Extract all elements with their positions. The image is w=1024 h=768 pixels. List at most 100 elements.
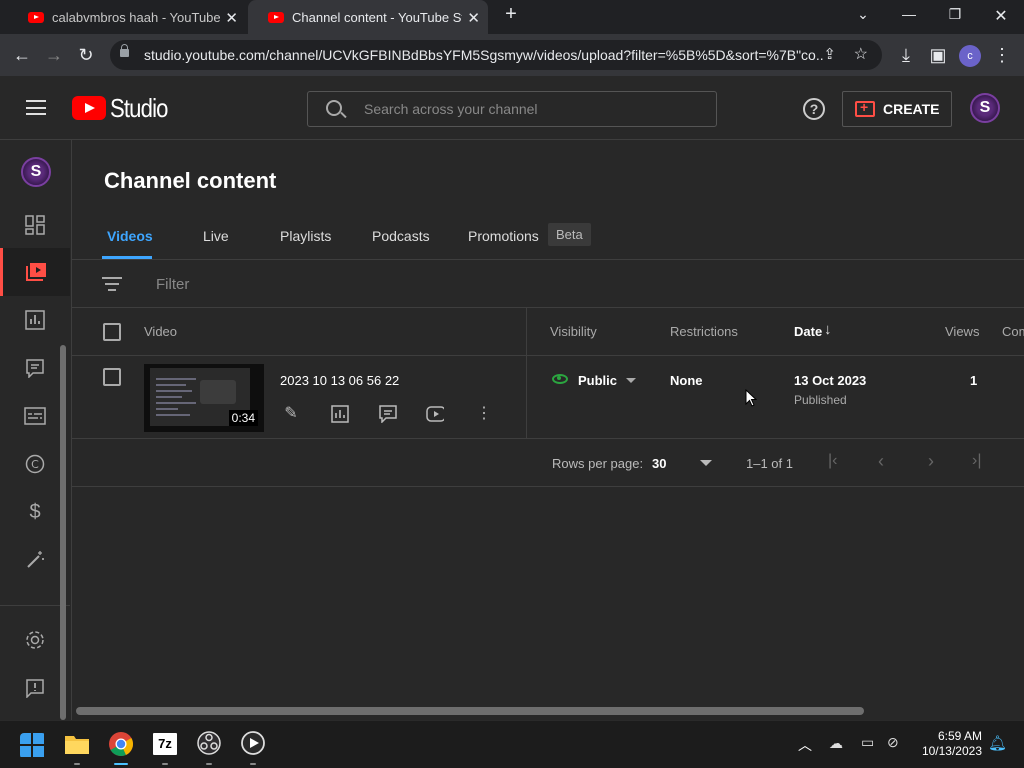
7zip-icon[interactable]: 7z xyxy=(153,733,177,755)
close-tab-icon[interactable]: ✕ xyxy=(225,9,238,27)
reload-icon[interactable]: ↻ xyxy=(74,44,98,66)
date-status: Published xyxy=(794,393,847,407)
previous-page-icon[interactable]: ‹ xyxy=(878,451,884,472)
tab-title: Channel content - YouTube Stud xyxy=(292,9,462,25)
table-header: Video Visibility Restrictions Date ↓ Vie… xyxy=(72,308,1024,356)
browser-profile-avatar[interactable]: c xyxy=(959,45,981,67)
browser-toolbar: ← → ↻ studio.youtube.com/channel/UCVkGFB… xyxy=(0,34,1024,76)
notification-bell-icon[interactable]: 🔔︎ xyxy=(988,734,1007,752)
pagination-bar: Rows per page: 30 1–1 of 1 |‹ ‹ › ›| xyxy=(72,439,1024,487)
tab-podcasts[interactable]: Podcasts xyxy=(372,228,430,244)
bookmark-star-icon[interactable]: ☆ xyxy=(854,44,868,64)
column-video: Video xyxy=(144,324,178,339)
show-hidden-icons-icon[interactable]: ︿ xyxy=(798,735,812,755)
analytics-icon xyxy=(25,310,45,330)
help-icon[interactable]: ? xyxy=(803,98,825,120)
share-icon[interactable]: ⇪ xyxy=(823,45,836,63)
copyright-icon: C xyxy=(25,454,45,474)
select-all-checkbox[interactable] xyxy=(103,323,121,341)
comments-icon[interactable] xyxy=(379,405,397,423)
tab-live[interactable]: Live xyxy=(203,228,229,244)
clock-time: 6:59 AM xyxy=(937,729,982,743)
tab-promotions[interactable]: Promotions xyxy=(468,228,539,244)
file-explorer-icon[interactable] xyxy=(64,732,90,758)
video-thumbnail[interactable]: 0:34 xyxy=(144,364,264,432)
tab-videos[interactable]: Videos xyxy=(107,228,153,244)
column-visibility: Visibility xyxy=(550,324,597,339)
svg-text:C: C xyxy=(31,458,39,471)
channel-search-input[interactable]: Search across your channel xyxy=(307,91,717,127)
analytics-icon[interactable] xyxy=(331,405,349,423)
lock-icon xyxy=(120,44,129,57)
table-row[interactable]: 0:34 2023 10 13 06 56 22 ✎ ⋮ Public None… xyxy=(72,356,1024,439)
sort-descending-icon[interactable]: ↓ xyxy=(824,321,832,338)
rows-per-page-dropdown-icon[interactable] xyxy=(700,460,712,466)
menu-icon[interactable] xyxy=(26,100,46,115)
youtube-favicon-icon xyxy=(268,11,284,23)
views-value[interactable]: 1 xyxy=(970,373,977,388)
obs-icon[interactable] xyxy=(197,731,223,757)
edit-details-icon[interactable]: ✎ xyxy=(282,405,300,423)
youtube-view-icon[interactable] xyxy=(426,405,444,423)
content-icon xyxy=(25,263,46,281)
page-range: 1–1 of 1 xyxy=(746,456,793,471)
create-button[interactable]: CREATE xyxy=(842,91,952,127)
video-title[interactable]: 2023 10 13 06 56 22 xyxy=(280,373,399,388)
account-avatar[interactable]: S xyxy=(970,93,1000,123)
more-options-icon[interactable]: ⋮ xyxy=(475,405,493,423)
next-page-icon[interactable]: › xyxy=(928,451,934,472)
download-icon[interactable]: ⤓ xyxy=(894,44,918,66)
tab-search-icon[interactable]: ⌄ xyxy=(848,6,878,23)
sidebar-item-content[interactable] xyxy=(0,248,70,296)
address-bar[interactable]: studio.youtube.com/channel/UCVkGFBINBdBb… xyxy=(110,40,882,70)
sidebar-item-analytics[interactable] xyxy=(0,296,70,344)
studio-sidebar: S C $ xyxy=(0,140,72,720)
page-title: Channel content xyxy=(104,168,277,193)
window-close-button[interactable]: ✕ xyxy=(986,6,1016,26)
visibility-dropdown-icon[interactable] xyxy=(626,378,636,383)
media-player-icon[interactable] xyxy=(241,731,267,757)
visibility-value[interactable]: Public xyxy=(578,373,617,388)
side-panel-icon[interactable]: ▣ xyxy=(926,44,950,66)
mouse-cursor-icon xyxy=(745,389,757,407)
sidebar-item-dashboard[interactable] xyxy=(0,201,70,249)
column-date[interactable]: Date xyxy=(794,324,822,339)
browser-tab-studio[interactable]: Channel content - YouTube Stud ✕ xyxy=(248,0,488,34)
taskbar-clock[interactable]: 6:59 AM 10/13/2023 xyxy=(916,729,982,759)
minimize-button[interactable]: — xyxy=(894,6,924,22)
feedback-icon xyxy=(26,679,44,698)
browser-tab-bar: calabvmbros haah - YouTube ✕ Channel con… xyxy=(0,0,1024,34)
subtitles-icon xyxy=(24,407,46,425)
forward-icon[interactable]: → xyxy=(42,44,66,66)
windows-start-icon[interactable] xyxy=(20,733,46,759)
chrome-icon[interactable] xyxy=(108,731,134,757)
filter-bar[interactable]: Filter xyxy=(72,260,1024,308)
restore-button[interactable]: ❐ xyxy=(940,6,970,23)
browser-menu-icon[interactable]: ⋮ xyxy=(990,44,1014,66)
date-value: 13 Oct 2023 xyxy=(794,373,867,388)
search-icon xyxy=(326,100,342,116)
youtube-logo-icon[interactable] xyxy=(72,96,106,120)
last-page-icon[interactable]: ›| xyxy=(972,452,981,470)
onedrive-status-icon[interactable]: ☁ xyxy=(829,735,843,752)
filter-input[interactable]: Filter xyxy=(156,276,189,293)
volume-muted-icon[interactable]: ⊘ xyxy=(887,734,899,751)
rows-per-page-select[interactable]: 30 xyxy=(652,456,666,471)
network-icon[interactable]: ▭ xyxy=(861,734,874,751)
close-tab-icon[interactable]: ✕ xyxy=(467,9,480,27)
column-views[interactable]: Views xyxy=(945,324,979,339)
back-icon[interactable]: ← xyxy=(10,44,34,66)
browser-tab-youtube[interactable]: calabvmbros haah - YouTube ✕ xyxy=(8,0,246,34)
column-comments[interactable]: Com xyxy=(1002,324,1024,339)
sidebar-scrollbar[interactable] xyxy=(60,345,66,720)
new-tab-button[interactable]: + xyxy=(496,3,526,26)
row-checkbox[interactable] xyxy=(103,368,121,386)
windows-taskbar: 7z ︿ ☁ ▭ ⊘ 6:59 AM 10/13/2023 🔔︎ xyxy=(0,720,1024,768)
customization-icon xyxy=(27,551,44,568)
channel-avatar[interactable]: S xyxy=(21,157,51,187)
horizontal-scrollbar[interactable] xyxy=(76,707,864,715)
studio-logo-text[interactable]: Studio xyxy=(110,93,168,124)
tab-playlists[interactable]: Playlists xyxy=(280,228,331,244)
studio-header: Studio Search across your channel ? CREA… xyxy=(0,76,1024,140)
first-page-icon[interactable]: |‹ xyxy=(828,452,837,470)
